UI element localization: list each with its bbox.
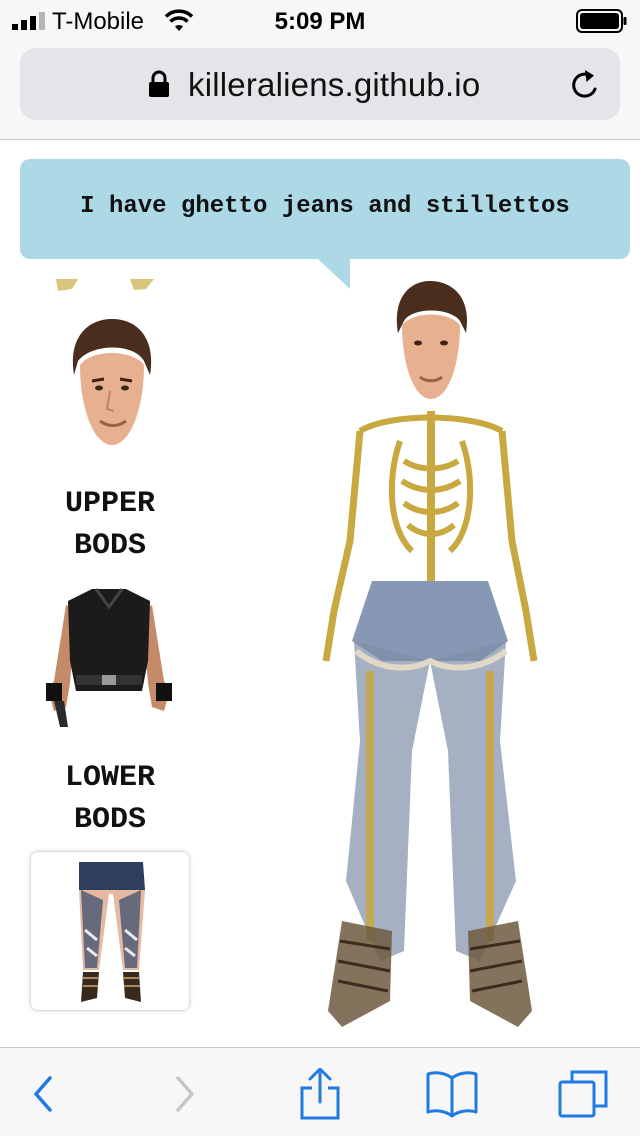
character-head	[396, 281, 468, 399]
url-text: killeraliens.github.io	[188, 66, 481, 103]
upper-body-option[interactable]	[44, 581, 174, 731]
back-icon[interactable]	[18, 1068, 70, 1120]
battery-icon	[576, 9, 627, 33]
previous-item-fragment[interactable]	[50, 279, 160, 291]
tabs-icon[interactable]	[558, 1068, 610, 1120]
lower-body-option-card[interactable]	[30, 851, 190, 1011]
character-lower-body	[328, 581, 532, 1027]
speech-bubble: I have ghetto jeans and stillettos	[20, 159, 630, 259]
lower-bods-label: LOWER BODS	[64, 761, 155, 837]
forward-icon	[176, 1076, 194, 1112]
page-content: I have ghetto jeans and stillettos UPPER…	[0, 141, 640, 1047]
head-option[interactable]	[64, 317, 158, 447]
share-icon[interactable]	[294, 1068, 346, 1120]
browser-address-area: killeraliens.github.io	[0, 40, 640, 140]
bookmarks-icon[interactable]	[426, 1068, 478, 1120]
lower-body-option[interactable]	[71, 860, 151, 1006]
browser-toolbar	[0, 1047, 640, 1136]
status-time: 5:09 PM	[274, 8, 366, 35]
status-bar: T-Mobile 5:09 PM	[0, 0, 640, 40]
composed-character	[322, 281, 538, 1027]
address-bar[interactable]: killeraliens.github.io	[20, 48, 620, 120]
speech-bubble-text: I have ghetto jeans and stillettos	[80, 193, 570, 220]
upper-bods-label: UPPER BODS	[64, 487, 155, 563]
lock-icon	[149, 70, 169, 97]
reload-icon[interactable]	[568, 68, 602, 102]
